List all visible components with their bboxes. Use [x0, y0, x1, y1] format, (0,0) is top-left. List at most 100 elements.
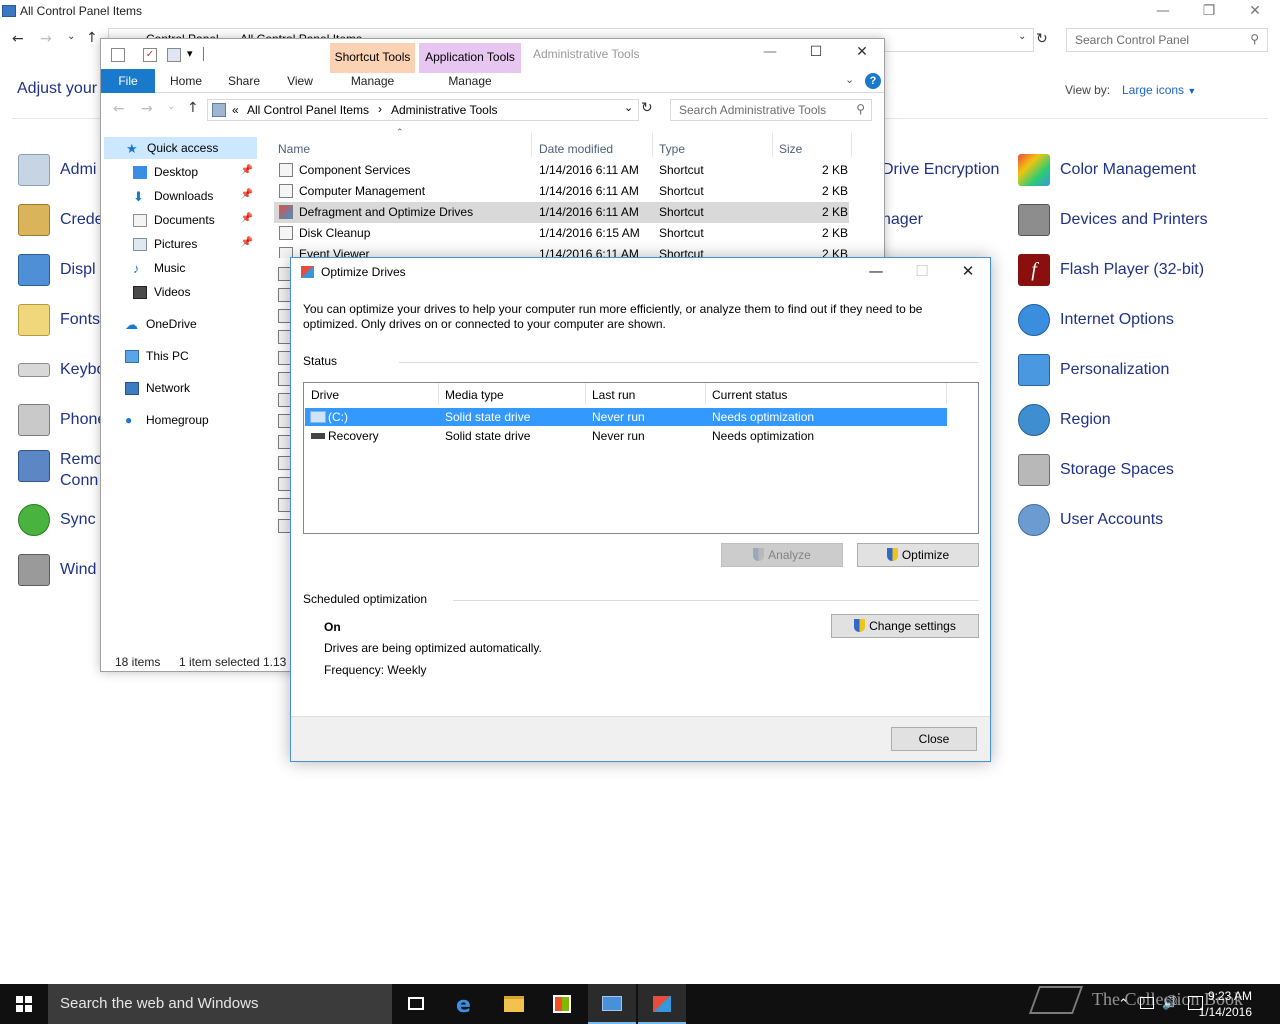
taskbar-file-explorer[interactable]: [490, 984, 538, 1024]
drive-column-header[interactable]: Drive: [311, 383, 339, 407]
view-by-dropdown[interactable]: Large icons ▼: [1122, 83, 1196, 97]
cp-close-button[interactable]: ✕: [1232, 0, 1278, 24]
nav-music[interactable]: ♪ Music: [101, 257, 257, 279]
taskbar-optimize-drives[interactable]: [638, 984, 686, 1024]
nav-onedrive[interactable]: ☁ OneDrive: [101, 313, 257, 335]
optimize-button[interactable]: Optimize: [857, 543, 979, 567]
cp-item-devices-printers[interactable]: Devices and Printers: [1018, 200, 1208, 240]
tab-file[interactable]: File: [101, 69, 155, 93]
cp-item-windows-firewall[interactable]: Wind: [18, 550, 96, 590]
back-arrow-icon[interactable]: ←: [113, 101, 125, 117]
nav-desktop[interactable]: Desktop 📌: [101, 161, 257, 183]
media-type-column-header[interactable]: Media type: [445, 383, 504, 407]
tab-manage-application[interactable]: Manage: [419, 69, 521, 93]
explorer-maximize-button[interactable]: ☐: [793, 41, 839, 65]
forward-arrow-icon[interactable]: →: [141, 101, 153, 117]
recent-chevron-icon[interactable]: ⌄: [67, 31, 75, 42]
cp-item-fonts[interactable]: Fonts: [18, 300, 100, 340]
column-date-modified[interactable]: Date modified: [539, 141, 613, 161]
last-run-column-header[interactable]: Last run: [592, 383, 635, 407]
cp-item-internet-options[interactable]: Internet Options: [1018, 300, 1174, 340]
address-part-1[interactable]: All Control Panel Items: [247, 103, 369, 117]
cp-item-color-management[interactable]: Color Management: [1018, 150, 1196, 190]
refresh-icon[interactable]: ↻: [1036, 31, 1048, 47]
cp-item-display[interactable]: Displ: [18, 250, 96, 290]
nav-videos[interactable]: Videos: [101, 281, 257, 303]
start-button[interactable]: [0, 984, 48, 1024]
taskbar-store[interactable]: [538, 984, 586, 1024]
qat-dropdown-icon[interactable]: ▾: [187, 47, 193, 60]
recent-chevron-icon[interactable]: ⌄: [167, 101, 175, 112]
cp-item-keyboard[interactable]: Keybo: [18, 350, 105, 390]
up-arrow-icon[interactable]: ↑: [86, 30, 98, 46]
tab-manage-shortcut[interactable]: Manage: [330, 69, 415, 93]
cp-item-remoteapp[interactable]: Remo Conn: [18, 450, 103, 490]
tab-share[interactable]: Share: [219, 69, 269, 93]
address-prefix[interactable]: «: [232, 103, 239, 117]
help-icon[interactable]: ?: [865, 73, 881, 89]
taskbar-search-box[interactable]: Search the web and Windows: [48, 984, 392, 1024]
nav-homegroup[interactable]: ● Homegroup: [101, 409, 257, 431]
nav-downloads[interactable]: ⬇ Downloads 📌: [101, 185, 257, 207]
cp-item-bitlocker[interactable]: Drive Encryption: [882, 150, 999, 190]
cp-minimize-button[interactable]: —: [1140, 0, 1186, 24]
refresh-icon[interactable]: ↻: [641, 100, 653, 116]
explorer-address-bar[interactable]: « All Control Panel Items › Administrati…: [207, 99, 639, 121]
column-size[interactable]: Size: [779, 141, 802, 161]
dialog-close-button[interactable]: ✕: [945, 258, 991, 286]
nav-this-pc[interactable]: This PC: [101, 345, 257, 367]
address-dropdown-icon[interactable]: ⌄: [1018, 31, 1026, 42]
address-dropdown-icon[interactable]: ⌄: [624, 101, 633, 114]
pin-icon[interactable]: 📌: [241, 213, 253, 224]
properties-icon[interactable]: [111, 48, 125, 62]
cp-item-device-manager[interactable]: nager: [882, 200, 923, 240]
up-arrow-icon[interactable]: ↑: [187, 100, 199, 116]
cp-item-user-accounts[interactable]: User Accounts: [1018, 500, 1163, 540]
back-arrow-icon[interactable]: ←: [12, 31, 24, 47]
cp-item-credential-manager[interactable]: Crede: [18, 200, 104, 240]
pin-icon[interactable]: 📌: [241, 189, 253, 200]
checkmark-icon[interactable]: ✓: [143, 48, 157, 62]
cp-item-sync-center[interactable]: Sync: [18, 500, 96, 540]
drive-row-selected[interactable]: (C:) Solid state drive Never run Needs o…: [305, 408, 947, 426]
task-view-button[interactable]: [392, 984, 440, 1024]
dialog-minimize-button[interactable]: —: [853, 258, 899, 286]
file-row-selected[interactable]: Defragment and Optimize Drives 1/14/2016…: [274, 202, 849, 223]
drive-row[interactable]: Recovery Solid state drive Never run Nee…: [305, 427, 947, 445]
cp-item-storage-spaces[interactable]: Storage Spaces: [1018, 450, 1174, 490]
file-row[interactable]: Disk Cleanup 1/14/2016 6:15 AM Shortcut …: [274, 223, 849, 244]
file-row[interactable]: Component Services 1/14/2016 6:11 AM Sho…: [274, 160, 849, 181]
tab-view[interactable]: View: [277, 69, 323, 93]
nav-quick-access[interactable]: ★ Quick access: [104, 137, 257, 159]
current-status-column-header[interactable]: Current status: [712, 383, 787, 407]
new-folder-icon[interactable]: [167, 48, 181, 62]
cp-item-phone-modem[interactable]: Phone: [18, 400, 106, 440]
tab-home[interactable]: Home: [161, 69, 211, 93]
cp-item-personalization[interactable]: Personalization: [1018, 350, 1169, 390]
close-button[interactable]: Close: [891, 727, 977, 751]
column-type[interactable]: Type: [659, 141, 685, 161]
change-settings-button[interactable]: Change settings: [831, 614, 979, 638]
drive-list[interactable]: Drive Media type Last run Current status…: [303, 382, 979, 534]
taskbar-control-panel[interactable]: [588, 984, 636, 1024]
cp-item-admin-tools[interactable]: Admi: [18, 150, 96, 190]
pin-icon[interactable]: 📌: [241, 165, 253, 176]
cp-search-input[interactable]: Search Control Panel ⚲: [1066, 28, 1268, 52]
file-row-partial[interactable]: Event Viewer 1/14/2016 6:11 AM Shortcut …: [274, 244, 849, 258]
explorer-close-button[interactable]: ✕: [839, 41, 885, 65]
column-name[interactable]: Name: [278, 141, 310, 161]
pin-icon[interactable]: 📌: [241, 237, 253, 248]
address-part-2[interactable]: Administrative Tools: [391, 103, 498, 117]
ribbon-expand-icon[interactable]: ⌄: [845, 73, 854, 86]
forward-arrow-icon[interactable]: →: [40, 31, 52, 47]
file-row[interactable]: Computer Management 1/14/2016 6:11 AM Sh…: [274, 181, 849, 202]
cp-item-flash-player[interactable]: f Flash Player (32-bit): [1018, 250, 1204, 290]
nav-network[interactable]: Network: [101, 377, 257, 399]
cp-restore-button[interactable]: ❐: [1186, 0, 1232, 24]
nav-pictures[interactable]: Pictures 📌: [101, 233, 257, 255]
taskbar-edge[interactable]: e: [442, 984, 490, 1024]
explorer-minimize-button[interactable]: —: [747, 41, 793, 65]
explorer-search-input[interactable]: Search Administrative Tools ⚲: [670, 99, 872, 121]
nav-documents[interactable]: Documents 📌: [101, 209, 257, 231]
cp-item-region[interactable]: Region: [1018, 400, 1111, 440]
